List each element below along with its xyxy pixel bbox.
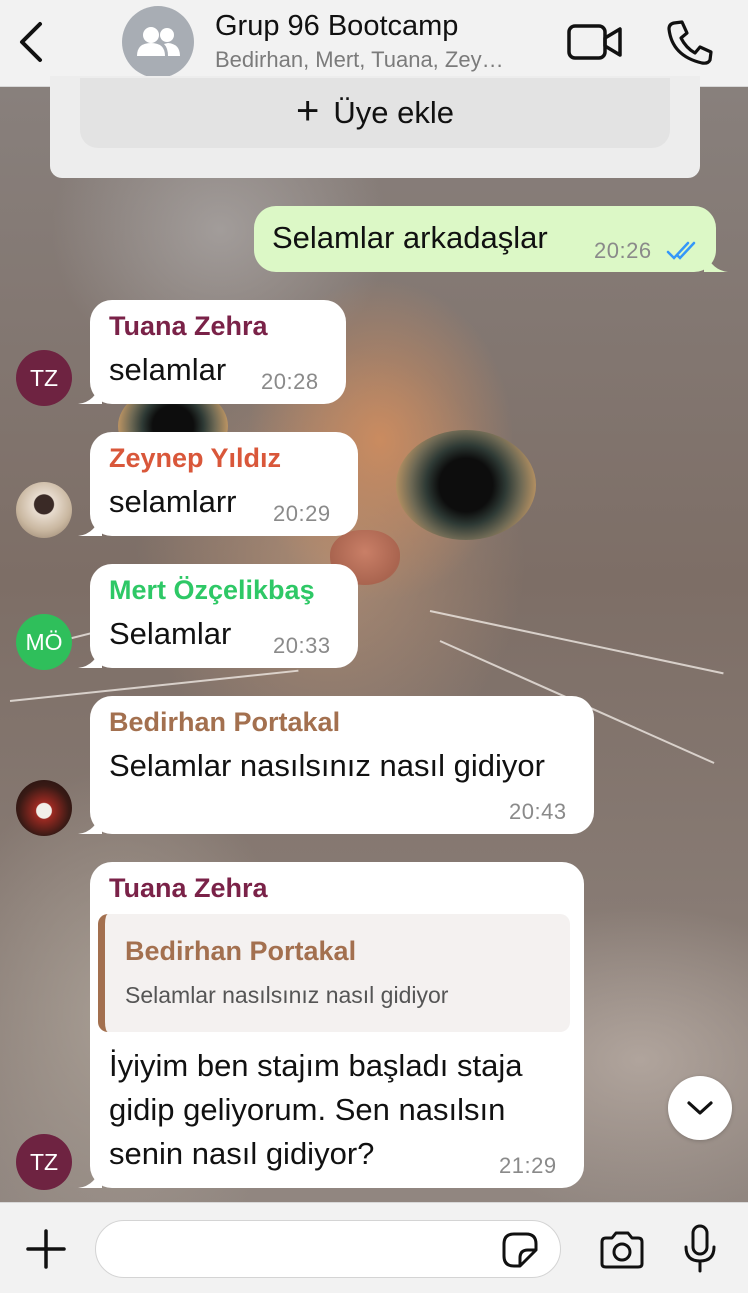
avatar[interactable] <box>16 780 72 836</box>
bubble-tail <box>78 512 102 536</box>
chevron-left-icon[interactable] <box>14 20 50 64</box>
composer-bar <box>0 1202 748 1293</box>
message-time: 20:28 <box>261 369 319 394</box>
bubble-tail <box>78 644 102 668</box>
outgoing-message[interactable]: Selamlar arkadaşlar 20:26 <box>254 206 728 272</box>
add-member-label: Üye ekle <box>333 95 454 130</box>
sender-name[interactable]: Zeynep Yıldız <box>109 443 281 474</box>
incoming-message[interactable]: Mert Özçelikbaş Selamlar 20:33 <box>78 564 358 668</box>
microphone-icon[interactable] <box>682 1223 718 1275</box>
avatar[interactable]: MÖ <box>16 614 72 670</box>
quoted-message[interactable]: Bedirhan Portakal Selamlar nasılsınız na… <box>98 914 570 1032</box>
quoted-sender: Bedirhan Portakal <box>125 936 357 966</box>
message-text: Selamlar <box>109 616 232 651</box>
incoming-message[interactable]: Bedirhan Portakal Selamlar nasılsınız na… <box>78 696 594 834</box>
chat-header: Grup 96 Bootcamp Bedirhan, Mert, Tuana, … <box>0 0 748 87</box>
message-time: 20:29 <box>273 501 331 526</box>
message-time: 21:29 <box>499 1153 557 1178</box>
sender-name[interactable]: Tuana Zehra <box>109 311 268 342</box>
avatar[interactable] <box>16 482 72 538</box>
bubble-tail <box>78 1164 102 1188</box>
message-text-line: senin nasıl gidiyor? <box>109 1136 375 1171</box>
avatar[interactable]: TZ <box>16 350 72 406</box>
avatar[interactable]: TZ <box>16 1134 72 1190</box>
wallpaper-cat-eye-right <box>396 430 536 540</box>
chevron-down-icon <box>687 1101 713 1115</box>
group-avatar[interactable] <box>122 6 194 78</box>
camera-icon[interactable] <box>598 1230 646 1270</box>
incoming-message[interactable]: Tuana Zehra selamlar 20:28 <box>78 300 346 404</box>
plus-icon[interactable] <box>24 1227 68 1271</box>
chat-participants[interactable]: Bedirhan, Mert, Tuana, Zey… <box>215 47 545 73</box>
message-time: 20:33 <box>273 633 331 658</box>
message-text: selamlarr <box>109 484 237 519</box>
message-input[interactable] <box>95 1220 561 1278</box>
video-camera-icon[interactable] <box>566 20 624 64</box>
message-time: 20:26 <box>594 238 652 263</box>
quoted-text: Selamlar nasılsınız nasıl gidiyor <box>125 982 449 1008</box>
message-text: Selamlar arkadaşlar <box>272 220 548 255</box>
wallpaper-whisker <box>429 610 724 675</box>
phone-icon[interactable] <box>664 18 714 66</box>
chat-title[interactable]: Grup 96 Bootcamp <box>215 10 458 43</box>
double-check-icon <box>666 241 696 260</box>
bubble-tail <box>78 380 102 404</box>
bubble-tail <box>704 248 728 272</box>
add-member-button[interactable]: + Üye ekle <box>80 78 670 148</box>
message-text: selamlar <box>109 352 227 387</box>
bubble-tail <box>78 810 102 834</box>
plus-icon: + <box>296 89 320 133</box>
sender-name[interactable]: Bedirhan Portakal <box>109 707 340 738</box>
sticker-icon[interactable] <box>500 1230 540 1270</box>
incoming-message[interactable]: Zeynep Yıldız selamlarr 20:29 <box>78 432 358 536</box>
incoming-message[interactable]: Tuana Zehra Bedirhan Portakal Selamlar n… <box>78 862 584 1188</box>
message-time: 20:43 <box>509 799 567 824</box>
message-text-line: gidip geliyorum. Sen nasılsın <box>109 1092 506 1127</box>
message-text: Selamlar nasılsınız nasıl gidiyor <box>109 748 545 783</box>
sender-name[interactable]: Tuana Zehra <box>109 873 268 904</box>
message-text-line: İyiyim ben stajım başladı staja <box>109 1048 523 1083</box>
sender-name[interactable]: Mert Özçelikbaş <box>109 575 315 606</box>
scroll-to-bottom-button[interactable] <box>668 1076 732 1140</box>
